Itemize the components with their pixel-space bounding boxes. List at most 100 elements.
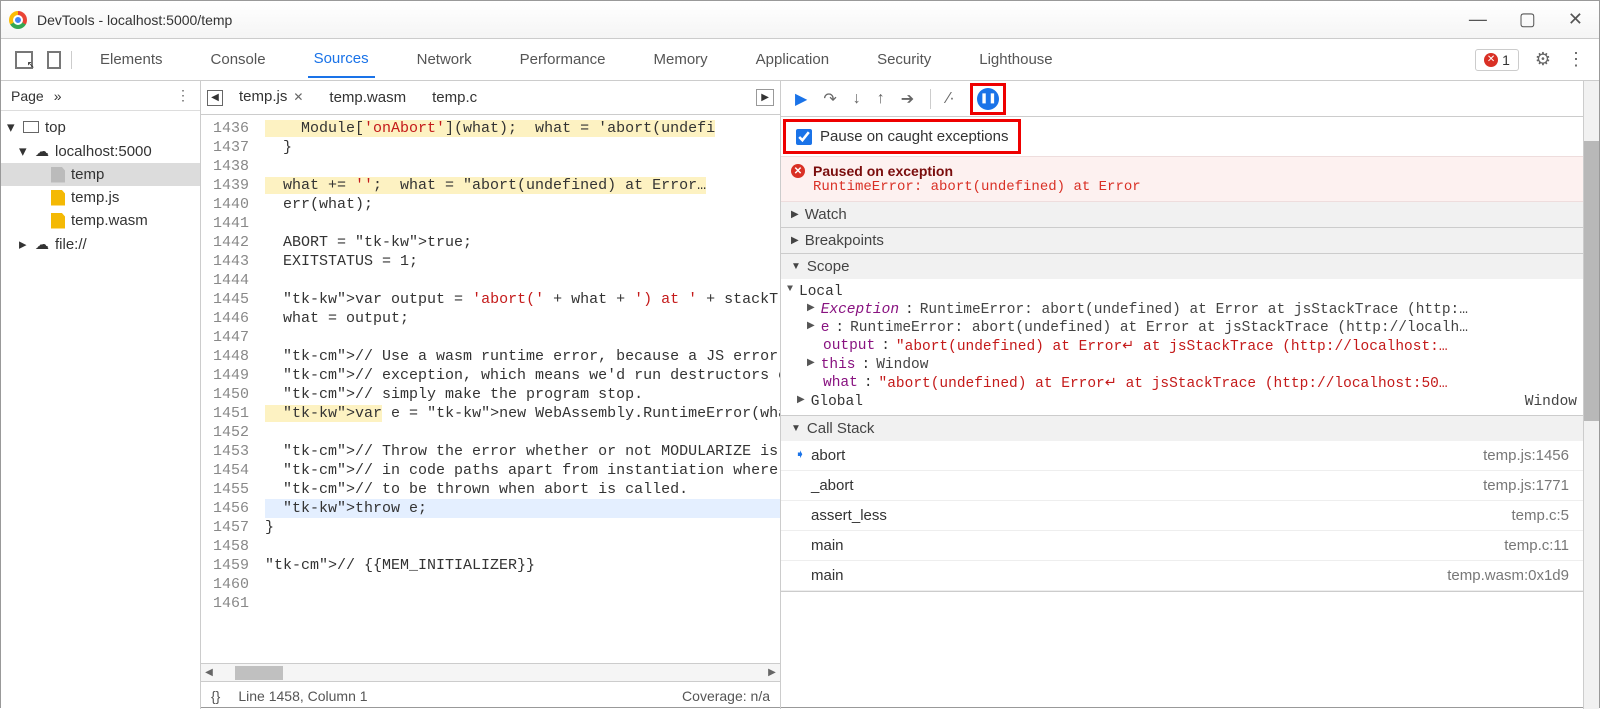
- step-out-icon[interactable]: ↑: [877, 90, 885, 108]
- chevron-down-icon: ▼: [791, 261, 801, 272]
- scope-local[interactable]: ▼ Local: [787, 283, 1577, 301]
- scope-variable[interactable]: ▶this: Window: [787, 356, 1577, 374]
- tree-item-temp-wasm[interactable]: temp.wasm: [1, 209, 200, 232]
- scope-variable[interactable]: ▶Exception: RuntimeError: abort(undefine…: [787, 301, 1577, 319]
- cloud-icon: ☁: [35, 143, 49, 160]
- navigator-overflow[interactable]: »: [54, 88, 62, 104]
- vertical-scrollbar[interactable]: [1583, 81, 1599, 709]
- editor-panel: ◀ temp.js ✕ temp.wasm temp.c ▶ 143614371…: [201, 81, 781, 709]
- navigator-more-icon[interactable]: ⋮: [176, 87, 190, 104]
- close-icon[interactable]: ✕: [1568, 9, 1583, 30]
- more-options-icon[interactable]: ⋮: [1567, 49, 1585, 70]
- tab-sources[interactable]: Sources: [308, 42, 375, 78]
- tree-item-top[interactable]: ▾ top: [1, 115, 200, 139]
- chrome-icon: [9, 11, 27, 29]
- tree-item-temp[interactable]: temp: [1, 163, 200, 186]
- section-breakpoints[interactable]: ▶ Breakpoints: [781, 228, 1583, 253]
- callstack-frame[interactable]: maintemp.c:11: [781, 531, 1583, 561]
- scroll-right-icon[interactable]: ▶: [764, 667, 780, 678]
- callstack-frame[interactable]: maintemp.wasm:0x1d9: [781, 561, 1583, 591]
- file-icon: [51, 167, 65, 183]
- file-tree: ▾ top ▾ ☁ localhost:5000 temp temp.js te…: [1, 111, 200, 260]
- editor-tab-temp-c[interactable]: temp.c: [422, 83, 487, 112]
- scroll-thumb[interactable]: [235, 666, 283, 680]
- error-icon: ✕: [1484, 53, 1498, 67]
- minimize-icon[interactable]: —: [1469, 9, 1487, 30]
- editor-tab-temp-wasm[interactable]: temp.wasm: [319, 83, 416, 112]
- chevron-right-icon: ▶: [797, 394, 805, 410]
- code-body[interactable]: Module['onAbort'](what); what = 'abort(u…: [257, 115, 780, 663]
- cursor-position: Line 1458, Column 1: [238, 688, 367, 704]
- step-icon[interactable]: ➔: [901, 89, 914, 109]
- horizontal-scrollbar[interactable]: ◀ ▶: [201, 663, 780, 681]
- pause-on-exceptions-icon[interactable]: ❚❚: [977, 88, 999, 110]
- tab-network[interactable]: Network: [411, 43, 478, 76]
- inspect-element-icon[interactable]: ↖: [15, 51, 33, 69]
- step-over-icon[interactable]: ↷: [823, 89, 836, 109]
- window-title: DevTools - localhost:5000/temp: [37, 12, 232, 28]
- chevron-down-icon: ▼: [787, 284, 793, 300]
- deactivate-breakpoints-icon[interactable]: ⁄∙: [947, 90, 954, 108]
- scope-variable[interactable]: output: "abort(undefined) at Error↵ at j…: [787, 337, 1577, 356]
- tree-item-temp-js[interactable]: temp.js: [1, 186, 200, 209]
- run-snippet-icon[interactable]: ▶: [756, 89, 774, 106]
- coverage-status: Coverage: n/a: [682, 688, 770, 704]
- pretty-print-icon[interactable]: {}: [211, 688, 220, 704]
- file-icon: [51, 213, 65, 229]
- pause-caught-row: Pause on caught exceptions: [783, 119, 1021, 154]
- chevron-down-icon: ▾: [19, 142, 29, 160]
- chevron-right-icon: ▶: [791, 209, 799, 220]
- cloud-icon: ☁: [35, 236, 49, 253]
- window-controls: — ▢ ✕: [1469, 9, 1591, 30]
- chevron-right-icon: ▶: [791, 235, 799, 246]
- tree-item-host[interactable]: ▾ ☁ localhost:5000: [1, 139, 200, 163]
- scope-variable[interactable]: what: "abort(undefined) at Error↵ at jsS…: [787, 374, 1577, 393]
- debugger-panel: ▶ ↷ ↓ ↑ ➔ ⁄∙ ❚❚ Pause on caught exceptio…: [781, 81, 1599, 709]
- error-count-badge[interactable]: ✕ 1: [1475, 49, 1519, 71]
- section-scope[interactable]: ▼ Scope: [781, 254, 1583, 279]
- callstack-frame[interactable]: assert_lesstemp.c:5: [781, 501, 1583, 531]
- window-titlebar: DevTools - localhost:5000/temp — ▢ ✕: [1, 1, 1599, 39]
- section-callstack[interactable]: ▼ Call Stack: [781, 416, 1583, 441]
- editor-status-bar: {} Line 1458, Column 1 Coverage: n/a: [201, 681, 780, 709]
- frame-icon: [23, 121, 39, 133]
- error-icon: ✕: [791, 164, 805, 178]
- line-gutter: 1436143714381439144014411442144314441445…: [201, 115, 257, 663]
- tab-security[interactable]: Security: [871, 43, 937, 76]
- scope-body: ▼ Local ▶Exception: RuntimeError: abort(…: [781, 279, 1583, 415]
- tab-elements[interactable]: Elements: [94, 43, 169, 76]
- callstack-frame[interactable]: ➧aborttemp.js:1456: [781, 441, 1583, 471]
- navigator-tab-page[interactable]: Page: [11, 88, 44, 104]
- paused-message: RuntimeError: abort(undefined) at Error: [791, 179, 1573, 195]
- scope-variable[interactable]: ▶e: RuntimeError: abort(undefined) at Er…: [787, 319, 1577, 337]
- pause-caught-label: Pause on caught exceptions: [820, 128, 1008, 145]
- tab-application[interactable]: Application: [750, 43, 835, 76]
- paused-exception-banner: ✕ Paused on exception RuntimeError: abor…: [781, 156, 1583, 202]
- tab-performance[interactable]: Performance: [514, 43, 612, 76]
- history-nav-icon[interactable]: ◀: [207, 90, 223, 106]
- code-editor[interactable]: 1436143714381439144014411442144314441445…: [201, 115, 780, 663]
- scroll-thumb[interactable]: [1584, 141, 1599, 421]
- section-watch[interactable]: ▶ Watch: [781, 202, 1583, 227]
- callstack-frame[interactable]: _aborttemp.js:1771: [781, 471, 1583, 501]
- scope-global[interactable]: ▶ Global Window: [787, 393, 1577, 411]
- pause-on-exceptions-highlight: ❚❚: [970, 83, 1006, 115]
- tab-lighthouse[interactable]: Lighthouse: [973, 43, 1058, 76]
- resume-icon[interactable]: ▶: [795, 89, 807, 109]
- scroll-left-icon[interactable]: ◀: [201, 667, 217, 678]
- tree-item-file-scheme[interactable]: ▸ ☁ file://: [1, 232, 200, 256]
- debugger-toolbar: ▶ ↷ ↓ ↑ ➔ ⁄∙ ❚❚: [781, 81, 1583, 117]
- maximize-icon[interactable]: ▢: [1519, 9, 1536, 30]
- editor-tab-temp-js[interactable]: temp.js ✕: [229, 82, 313, 113]
- pause-caught-checkbox[interactable]: [796, 129, 812, 145]
- device-toolbar-icon[interactable]: [47, 51, 61, 69]
- chevron-right-icon: ▸: [19, 235, 29, 253]
- step-into-icon[interactable]: ↓: [853, 90, 861, 108]
- tab-memory[interactable]: Memory: [648, 43, 714, 76]
- settings-gear-icon[interactable]: ⚙: [1535, 49, 1551, 70]
- callstack-body: ➧aborttemp.js:1456_aborttemp.js:1771asse…: [781, 441, 1583, 591]
- tab-console[interactable]: Console: [205, 43, 272, 76]
- close-tab-icon[interactable]: ✕: [293, 90, 303, 104]
- editor-tab-bar: ◀ temp.js ✕ temp.wasm temp.c ▶: [201, 81, 780, 115]
- main-tab-bar: ↖ Elements Console Sources Network Perfo…: [1, 39, 1599, 81]
